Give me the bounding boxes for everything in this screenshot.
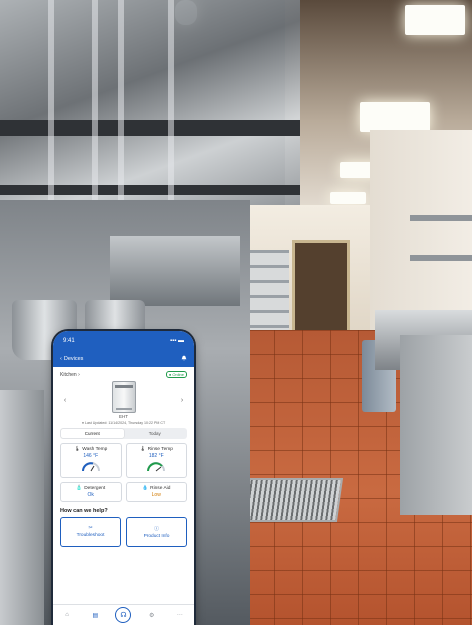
storage-rack	[247, 250, 289, 338]
card-label: Rinse Aid	[150, 486, 171, 491]
rinse-aid-icon: 💧	[142, 486, 149, 491]
wall-shelf	[410, 215, 472, 221]
signal-icon: ▪▪▪	[169, 338, 177, 344]
ceiling-light	[405, 5, 465, 35]
exhaust-hood	[0, 0, 300, 215]
hood-pipe	[118, 0, 124, 210]
detergent-icon: 🧴	[76, 486, 83, 491]
device-model: EHT	[119, 414, 128, 419]
thermometer-icon: 🌡	[74, 447, 81, 452]
detergent-card[interactable]: 🧴 Detergent Ok	[60, 482, 122, 502]
status-icons: ▪▪▪ ▬	[170, 338, 184, 344]
metrics-grid: 🌡 Wash Temp 146 °F 🌡 Rinse Temp 182 °F 🧴 De…	[60, 443, 187, 502]
card-label: Detergent	[84, 486, 106, 491]
product-info-button[interactable]: ⓘ Product Info	[126, 517, 187, 547]
device-content: Kitchen › ● Online ‹ EHT › ● Last Update…	[53, 367, 194, 547]
hood-pipe	[48, 0, 54, 210]
hood-pipe	[92, 0, 98, 210]
hood-band	[0, 120, 300, 136]
wash-temp-card[interactable]: 🌡 Wash Temp 146 °F	[60, 443, 122, 478]
more-icon[interactable]: ···	[172, 612, 188, 618]
card-value: Low	[151, 492, 161, 498]
fryer	[110, 236, 240, 306]
action-label: Troubleshoot	[76, 533, 105, 538]
card-label: Rinse Temp	[147, 447, 173, 452]
troubleshoot-button[interactable]: ✂ Troubleshoot	[60, 517, 121, 547]
support-icon[interactable]: ☊	[115, 607, 132, 623]
back-button[interactable]: ‹ Devices	[60, 356, 83, 362]
prev-device-arrow[interactable]: ‹	[60, 397, 70, 404]
gauge-icon	[81, 462, 100, 472]
help-actions: ✂ Troubleshoot ⓘ Product Info	[60, 517, 187, 547]
card-value: 146 °F	[83, 453, 99, 459]
hood-band	[0, 185, 300, 195]
bell-icon[interactable]	[181, 355, 187, 363]
devices-icon[interactable]: ▤	[87, 612, 103, 619]
counter-cabinet	[400, 335, 472, 515]
action-label: Product Info	[143, 534, 170, 539]
status-time: 9:41	[63, 338, 75, 344]
status-badge: ● Online	[165, 371, 187, 378]
chevron-left-icon: ‹	[60, 356, 62, 362]
thermometer-icon: 🌡	[139, 447, 146, 452]
location-label: Kitchen	[60, 371, 77, 378]
rinse-aid-card[interactable]: 💧 Rinse Aid Low	[125, 482, 187, 502]
steel-pillar	[0, 390, 44, 625]
back-label: Devices	[63, 356, 84, 362]
settings-icon[interactable]: ⚙	[144, 612, 160, 619]
home-icon[interactable]: ⌂	[59, 612, 75, 618]
card-value: Ok	[87, 492, 94, 498]
tab-today[interactable]: Today	[124, 429, 187, 438]
bottom-tab-bar: ⌂ ▤ ☊ ⚙ ···	[53, 604, 194, 625]
next-device-arrow[interactable]: ›	[177, 397, 187, 404]
wall-shelf	[410, 255, 472, 261]
help-heading: How can we help?	[60, 508, 108, 514]
device-carousel: ‹ EHT ›	[60, 381, 187, 419]
chevron-right-icon: ›	[78, 371, 80, 378]
tab-current[interactable]: Current	[61, 429, 124, 438]
status-bar: 9:41 ▪▪▪ ▬	[53, 331, 194, 351]
time-range-toggle: Current Today	[60, 428, 187, 439]
device-image-wrap: EHT	[111, 381, 136, 419]
tools-icon: ✂	[88, 526, 93, 531]
info-icon: ⓘ	[154, 527, 159, 532]
card-value: 182 °F	[148, 453, 164, 459]
gauge-icon	[147, 462, 166, 472]
dishwasher-image	[111, 381, 136, 413]
card-label: Wash Temp	[82, 447, 108, 452]
hood-pipe	[168, 0, 174, 210]
last-updated-text: ● Last Updated: 11/14/2024, Thursday 10:…	[81, 421, 166, 425]
ceiling-light	[330, 192, 366, 204]
location-selector[interactable]: Kitchen ›	[60, 372, 80, 378]
app-bar: ‹ Devices	[53, 351, 194, 367]
battery-icon: ▬	[178, 338, 184, 344]
phone-app-screen: 9:41 ▪▪▪ ▬ ‹ Devices Kitchen › ● Online …	[53, 331, 194, 625]
doorway	[292, 240, 350, 338]
rinse-temp-card[interactable]: 🌡 Rinse Temp 182 °F	[125, 443, 187, 478]
ceiling-light	[360, 102, 430, 132]
